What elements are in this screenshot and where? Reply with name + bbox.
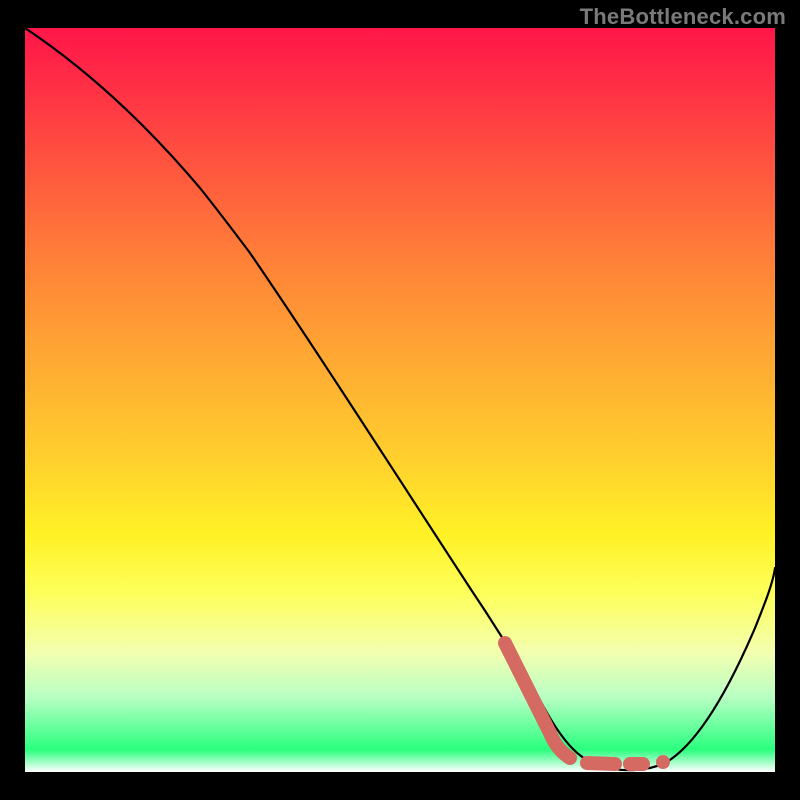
- highlight-dash-1: [587, 763, 615, 764]
- plot-area: [25, 28, 775, 772]
- curve-black: [25, 28, 775, 770]
- chart-root: TheBottleneck.com: [0, 0, 800, 800]
- highlight-main: [505, 643, 570, 758]
- attribution-label: TheBottleneck.com: [580, 4, 786, 30]
- highlight-dot: [656, 755, 670, 769]
- chart-overlay: [25, 28, 775, 772]
